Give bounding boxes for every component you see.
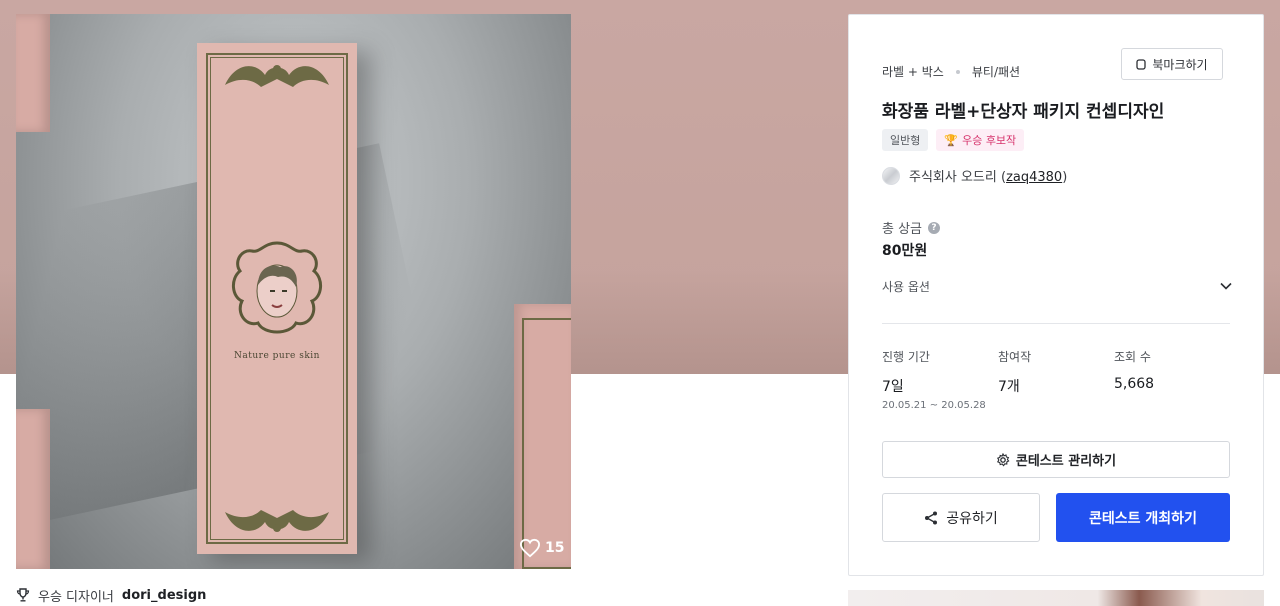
winner-label: 우승 디자이너 xyxy=(38,589,114,605)
gear-icon xyxy=(996,452,1010,467)
entry-image[interactable]: Nature pure skin xyxy=(16,14,571,569)
breadcrumb-separator xyxy=(955,69,960,74)
share-icon xyxy=(925,511,938,524)
stat-period: 진행 기간 7일 20.05.21 ~ 20.05.28 xyxy=(882,348,998,411)
like-count: 15 xyxy=(545,540,565,556)
prize-label-text: 총 상금 xyxy=(882,222,923,237)
product-box-illustration: Nature pure skin xyxy=(197,43,357,554)
contest-title: 화장품 라벨+단상자 패키지 컨셉디자인 xyxy=(882,102,1165,122)
prize-label: 총 상금 ? xyxy=(882,218,941,237)
heart-icon xyxy=(519,538,541,558)
bookmark-icon xyxy=(1136,58,1147,70)
image-side-box xyxy=(514,304,571,569)
trophy-icon xyxy=(16,588,30,602)
box-brand-text: Nature pure skin xyxy=(234,351,320,361)
host-contest-button[interactable]: 콘테스트 개최하기 xyxy=(1056,493,1230,542)
manage-contest-button[interactable]: 콘테스트 관리하기 xyxy=(882,441,1230,478)
bookmark-label: 북마크하기 xyxy=(1152,57,1208,72)
like-button[interactable]: 15 xyxy=(519,537,564,559)
options-toggle[interactable]: 사용 옵션 xyxy=(882,277,1232,295)
ornament-icon xyxy=(225,510,329,532)
award-badge: 🏆 우승 후보작 xyxy=(936,129,1025,151)
prize-value: 80만원 xyxy=(882,243,928,259)
share-label: 공유하기 xyxy=(946,510,998,527)
stat-label: 조회 수 xyxy=(1114,350,1151,364)
stat-value: 7일 xyxy=(882,379,904,395)
stat-label: 진행 기간 xyxy=(882,350,930,364)
image-side-box xyxy=(16,14,50,132)
avatar xyxy=(882,166,900,185)
winner-designer: 우승 디자이너 dori_design xyxy=(16,584,206,606)
share-button[interactable]: 공유하기 xyxy=(882,493,1040,542)
divider xyxy=(882,323,1230,324)
chevron-down-icon xyxy=(1220,282,1232,290)
category-sub[interactable]: 뷰티/패션 xyxy=(972,63,1020,80)
contest-info-card: 라벨 + 박스 뷰티/패션 북마크하기 화장품 라벨+단상자 패키지 컨셉디자인… xyxy=(848,14,1264,576)
breadcrumb: 라벨 + 박스 뷰티/패션 xyxy=(882,63,1020,80)
trophy-icon: 🏆 xyxy=(944,133,959,147)
category-main[interactable]: 라벨 + 박스 xyxy=(882,63,944,80)
host-name: 주식회사 오드리 ( xyxy=(909,170,1007,185)
stat-entries: 참여작 7개 xyxy=(998,348,1114,411)
host-info: 주식회사 오드리 (zaq4380) xyxy=(882,166,1067,185)
stat-views: 조회 수 5,668 xyxy=(1114,348,1230,411)
host-close: ) xyxy=(1062,170,1068,185)
ornament-icon xyxy=(225,65,329,87)
badge-group: 일반형 🏆 우승 후보작 xyxy=(882,129,1025,151)
bookmark-button[interactable]: 북마크하기 xyxy=(1121,48,1223,80)
winner-name[interactable]: dori_design xyxy=(122,588,206,603)
contest-type-badge: 일반형 xyxy=(882,129,929,151)
stat-label: 참여작 xyxy=(998,350,1032,364)
stat-value: 5,668 xyxy=(1114,376,1155,392)
award-badge-label: 우승 후보작 xyxy=(962,134,1017,147)
stat-date-range: 20.05.21 ~ 20.05.28 xyxy=(882,400,986,411)
manage-contest-label: 콘테스트 관리하기 xyxy=(1015,454,1117,469)
next-card-preview[interactable] xyxy=(848,590,1264,606)
image-side-box xyxy=(16,409,50,569)
contest-stats: 진행 기간 7일 20.05.21 ~ 20.05.28 참여작 7개 조회 수… xyxy=(882,348,1230,411)
host-id-link[interactable]: zaq4380 xyxy=(1006,170,1062,185)
stat-value: 7개 xyxy=(998,379,1020,395)
options-label: 사용 옵션 xyxy=(882,279,930,294)
help-icon[interactable]: ? xyxy=(928,221,941,234)
portrait-emblem-icon xyxy=(232,241,322,334)
